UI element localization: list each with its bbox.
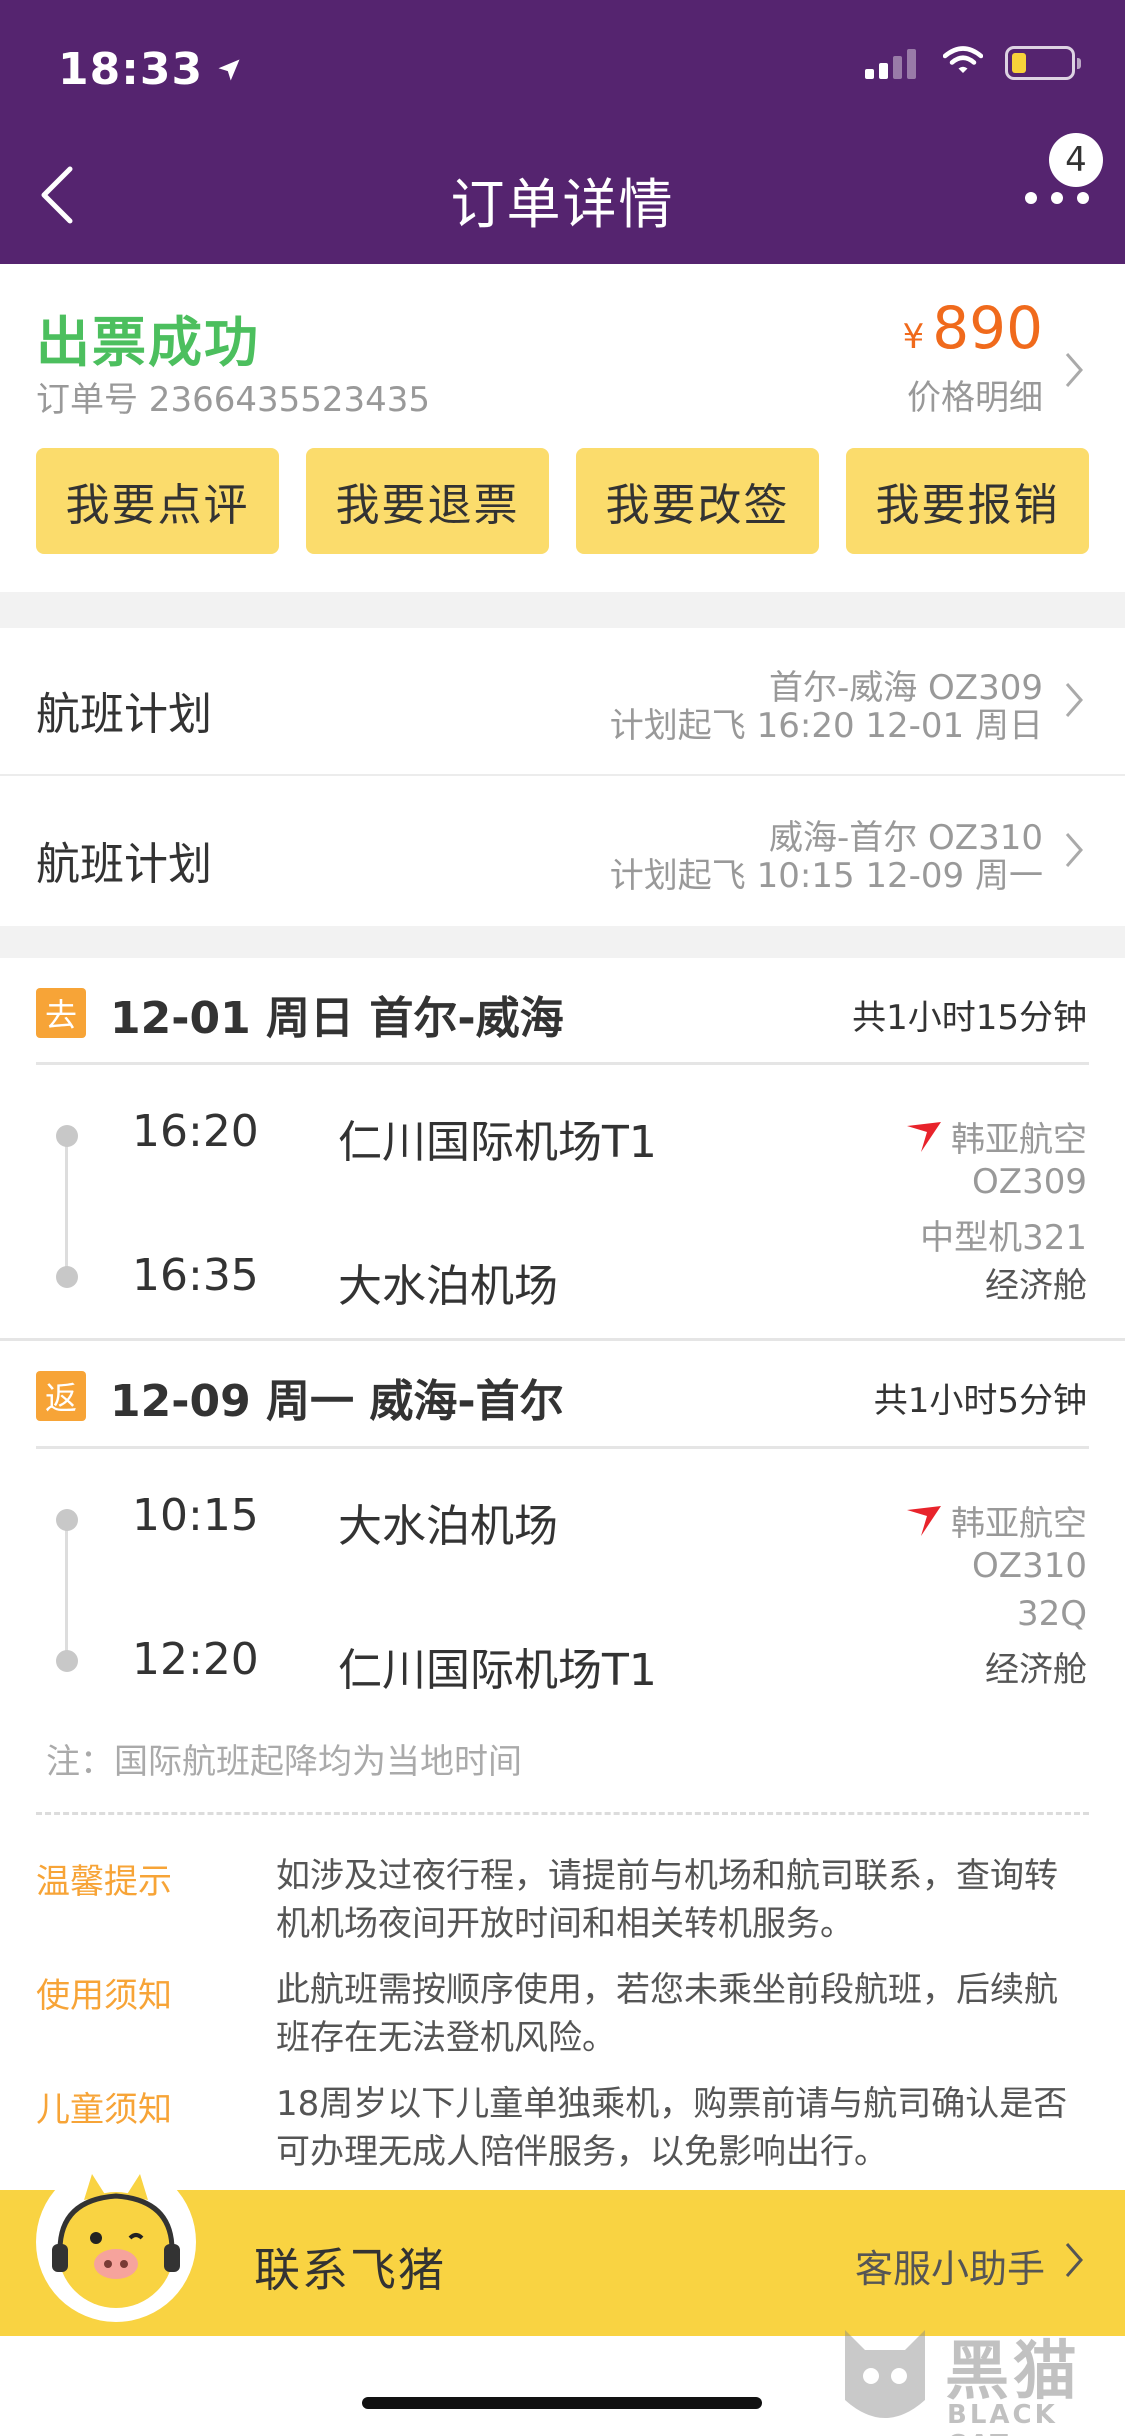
tip-text: 18周岁以下儿童单独乘机，购票前请与航司确认是否可办理无成人陪伴服务，以免影响出… <box>276 2084 1068 2172</box>
airline: 韩亚航空 <box>905 1112 1087 1161</box>
tip-label: 温馨提示 <box>36 1862 172 1902</box>
flight-number: OZ309 <box>972 1162 1087 1202</box>
flight-plan-time: 计划起飞 10:15 12-09 周一 <box>609 856 1043 896</box>
divider <box>36 1062 1089 1065</box>
flight-plan-time: 计划起飞 16:20 12-01 周日 <box>609 706 1043 746</box>
aircraft-type: 中型机321 <box>920 1218 1087 1258</box>
airline: 韩亚航空 <box>905 1496 1087 1545</box>
watermark-text: 黑猫 <box>945 2335 1081 2409</box>
change-button[interactable]: 我要改签 <box>576 448 819 554</box>
timeline-dot <box>56 1650 78 1672</box>
arrival-time: 16:35 <box>132 1250 259 1301</box>
black-cat-watermark: 黑猫 BLACK CAT <box>835 2320 1115 2436</box>
reimburse-button[interactable]: 我要报销 <box>846 448 1089 554</box>
tip-text: 此航班需按顺序使用，若您未乘坐前段航班，后续航班存在无法登机风险。 <box>276 1970 1058 2058</box>
segment-duration: 共1小时15分钟 <box>852 998 1087 1038</box>
tip-label: 儿童须知 <box>36 2090 172 2130</box>
notification-badge: 4 <box>1049 133 1103 187</box>
flight-number: OZ310 <box>972 1546 1087 1586</box>
segment-tag: 去 <box>36 988 86 1038</box>
segment-tag: 返 <box>36 1371 86 1421</box>
page-title: 订单详情 <box>450 173 675 236</box>
cabin-class: 经济舱 <box>985 1650 1087 1690</box>
flight-plan-label: 航班计划 <box>36 689 212 740</box>
watermark-subtext: BLACK CAT <box>947 2400 1058 2436</box>
flight-plan-label: 航班计划 <box>36 839 212 890</box>
timeline-dot <box>56 1266 78 1288</box>
airline-name: 韩亚航空 <box>951 1504 1087 1544</box>
battery-low-icon <box>1005 46 1081 80</box>
chevron-right-icon <box>1063 2240 1085 2284</box>
review-button[interactable]: 我要点评 <box>36 448 279 554</box>
airline-logo-icon <box>907 1505 941 1536</box>
chevron-right-icon <box>1063 830 1085 874</box>
departure-time: 16:20 <box>132 1106 259 1157</box>
flight-plan-row[interactable]: 航班计划 首尔-威海 OZ309 计划起飞 16:20 12-01 周日 <box>0 628 1125 776</box>
arrival-time: 12:20 <box>132 1634 259 1685</box>
timeline-line <box>65 1136 68 1276</box>
timeline-dot <box>56 1509 78 1531</box>
location-arrow-icon <box>215 44 243 95</box>
section-gap <box>0 592 1125 628</box>
status-time-text: 18:33 <box>58 44 204 95</box>
airline-logo-icon <box>907 1121 941 1152</box>
order-number: 订单号 2366435523435 <box>36 380 431 420</box>
order-summary: 出票成功 订单号 2366435523435 ¥ 890 价格明细 我要点评 我… <box>0 264 1125 592</box>
price-currency: ¥ <box>902 317 925 357</box>
airline-name: 韩亚航空 <box>951 1120 1087 1160</box>
action-buttons: 我要点评 我要退票 我要改签 我要报销 <box>36 448 1089 554</box>
local-time-note: 注：国际航班起降均为当地时间 <box>46 1742 522 1782</box>
customer-service-link[interactable]: 客服小助手 <box>855 2238 1045 2293</box>
aircraft-type: 32Q <box>1016 1594 1087 1634</box>
timeline-line <box>65 1520 68 1660</box>
fliggy-mascot-avatar[interactable] <box>36 2160 196 2330</box>
price-total[interactable]: ¥ 890 <box>903 294 1043 362</box>
cabin-class: 经济舱 <box>985 1266 1087 1306</box>
wifi-icon <box>942 46 984 80</box>
black-cat-logo-icon <box>845 2330 925 2418</box>
nav-header: 18:33 订单详情 4 <box>0 0 1125 264</box>
segment-duration: 共1小时5分钟 <box>873 1381 1087 1421</box>
arrival-airport: 大水泊机场 <box>338 1261 558 1312</box>
contact-label: 联系飞猪 <box>254 2243 446 2297</box>
flight-plan-row[interactable]: 航班计划 威海-首尔 OZ310 计划起飞 10:15 12-09 周一 <box>0 778 1125 926</box>
status-icons <box>865 46 1081 80</box>
section-gap <box>0 926 1125 958</box>
order-status: 出票成功 <box>36 311 260 374</box>
segment-title: 12-01 周日 首尔-威海 <box>110 993 564 1044</box>
home-indicator[interactable] <box>362 2397 762 2409</box>
status-time: 18:33 <box>58 44 243 95</box>
price-amount: 890 <box>932 294 1043 362</box>
timeline-dot <box>56 1125 78 1147</box>
segment-header-return: 返 12-09 周一 威海-首尔 共1小时5分钟 <box>0 1341 1125 1447</box>
chevron-right-icon <box>1063 680 1085 724</box>
divider <box>36 1446 1089 1449</box>
departure-time: 10:15 <box>132 1490 259 1541</box>
refund-button[interactable]: 我要退票 <box>306 448 549 554</box>
tip-text: 如涉及过夜行程，请提前与机场和航司联系，查询转机机场夜间开放时间和相关转机服务。 <box>276 1856 1058 1944</box>
cell-signal-icon <box>865 47 921 79</box>
departure-airport: 仁川国际机场T1 <box>338 1117 657 1168</box>
departure-airport: 大水泊机场 <box>338 1501 558 1552</box>
price-detail-link[interactable]: 价格明细 <box>907 370 1043 419</box>
dashed-divider <box>36 1812 1089 1815</box>
segment-header-outbound: 去 12-01 周日 首尔-威海 共1小时15分钟 <box>0 958 1125 1064</box>
chevron-right-icon[interactable] <box>1063 350 1085 394</box>
tip-label: 使用须知 <box>36 1976 172 2016</box>
arrival-airport: 仁川国际机场T1 <box>338 1645 657 1696</box>
segment-title: 12-09 周一 威海-首尔 <box>110 1376 564 1427</box>
